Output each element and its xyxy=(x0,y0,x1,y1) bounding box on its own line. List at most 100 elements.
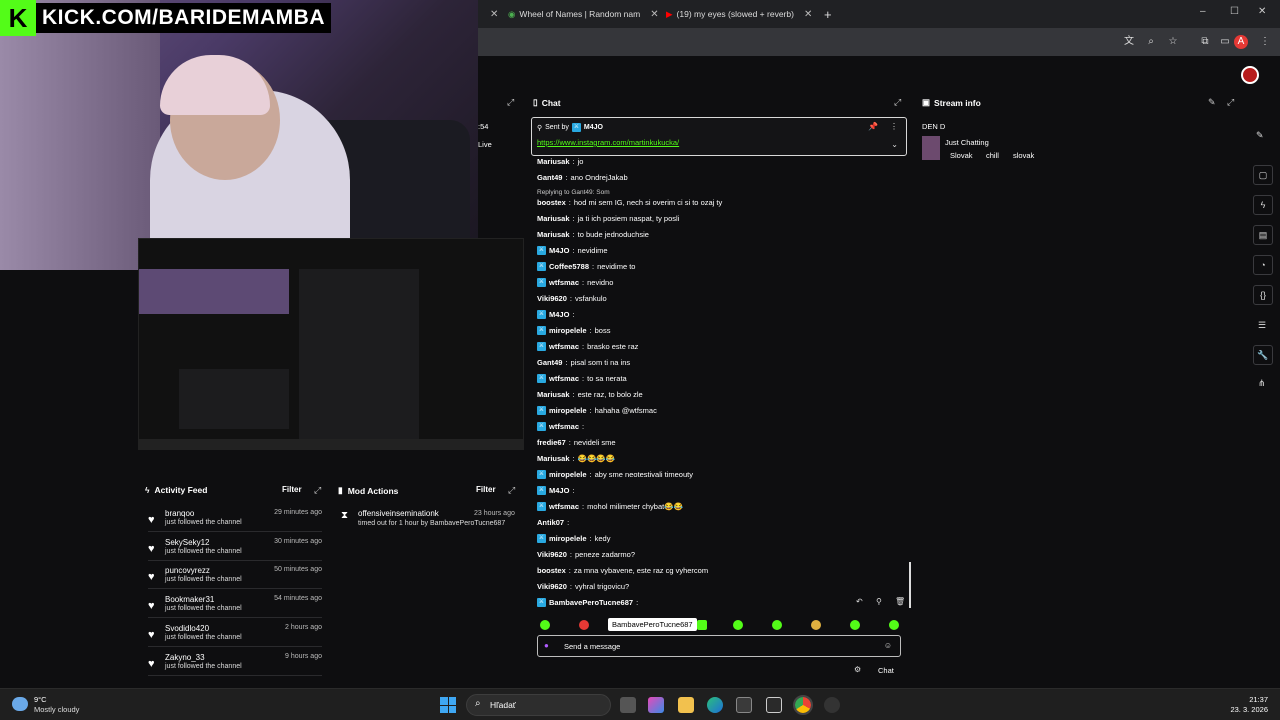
reply-icon[interactable]: ↶ xyxy=(856,597,863,606)
chat-username[interactable]: miropelele xyxy=(549,406,587,415)
emote-icon[interactable] xyxy=(889,620,899,630)
task-view-icon[interactable] xyxy=(620,697,636,713)
chat-username[interactable]: Mariusak xyxy=(537,157,570,166)
zoom-icon[interactable]: ⌕ xyxy=(1144,35,1158,49)
activity-popout-icon[interactable]: ⤢ xyxy=(314,485,321,496)
chat-username[interactable]: Viki9620 xyxy=(537,582,567,591)
emote-icon[interactable] xyxy=(540,620,550,630)
chat-username[interactable]: Mariusak xyxy=(537,454,570,463)
follower-name[interactable]: branqoo xyxy=(165,509,194,518)
chat-username[interactable]: M4JO xyxy=(549,246,569,255)
tab-youtube[interactable]: ▶ (19) my eyes (slowed + reverb) ✕ xyxy=(666,5,816,23)
pinned-link[interactable]: https://www.instagram.com/martinkukucka/ xyxy=(537,138,679,147)
file-explorer-icon[interactable] xyxy=(678,697,694,713)
minimize-button[interactable]: – xyxy=(1200,6,1206,17)
chat-username[interactable]: miropelele xyxy=(549,470,587,479)
emote-icon[interactable] xyxy=(733,620,743,630)
edge-icon[interactable] xyxy=(707,697,723,713)
unpin-icon[interactable]: 📌 xyxy=(868,122,878,131)
chat-username[interactable]: boostex xyxy=(537,566,566,575)
tag[interactable]: chill xyxy=(986,151,999,160)
chat-username[interactable]: BambavePeroTucne687 xyxy=(549,598,633,607)
chat-username[interactable]: miropelele xyxy=(549,534,587,543)
follower-name[interactable]: SekySeky12 xyxy=(165,538,209,547)
close-icon[interactable]: ✕ xyxy=(490,9,498,20)
chat-username[interactable]: boostex xyxy=(537,198,566,207)
close-icon[interactable]: ✕ xyxy=(804,9,812,20)
popout-icon[interactable]: ⤢ xyxy=(507,97,514,108)
wrench-icon[interactable]: 🔧 xyxy=(1253,345,1273,365)
tag[interactable]: Slovak xyxy=(950,151,973,160)
pinned-menu-icon[interactable]: ⋮ xyxy=(890,122,898,131)
settings-app-icon[interactable] xyxy=(824,697,840,713)
mod-action-user[interactable]: offensiveinseminationk xyxy=(358,509,439,518)
chat-username[interactable]: M4JO xyxy=(549,310,569,319)
store-icon[interactable] xyxy=(736,697,752,713)
stream-info-popout-icon[interactable]: ⤢ xyxy=(1227,97,1234,108)
chat-username[interactable]: miropelele xyxy=(549,326,587,335)
tab-close-partial[interactable]: ✕ xyxy=(484,5,498,23)
weather-icon[interactable] xyxy=(12,697,28,711)
user-avatar[interactable] xyxy=(1241,66,1259,84)
sidepanel-icon[interactable]: ▭ xyxy=(1218,35,1232,49)
chat-username[interactable]: Gant49 xyxy=(537,173,562,182)
maximize-button[interactable]: ☐ xyxy=(1230,6,1239,17)
chat-username[interactable]: wtfsmac xyxy=(549,374,579,383)
tab-wheel-of-names[interactable]: ◉ Wheel of Names | Random nam ✕ xyxy=(508,5,659,23)
screen-icon[interactable]: ▢ xyxy=(1253,165,1273,185)
new-tab-button[interactable]: + xyxy=(824,5,832,23)
close-icon[interactable]: ✕ xyxy=(650,9,658,20)
edit-pencil-icon[interactable]: ✎ xyxy=(1208,97,1216,108)
extensions-icon[interactable]: ⧉ xyxy=(1198,35,1212,49)
chat-username[interactable]: Viki9620 xyxy=(537,294,567,303)
chat-username[interactable]: Viki9620 xyxy=(537,550,567,559)
delete-icon[interactable]: 🗑 xyxy=(895,597,905,606)
chat-username[interactable]: wtfsmac xyxy=(549,278,579,287)
chat-username[interactable]: Coffee5788 xyxy=(549,262,589,271)
app-icon[interactable] xyxy=(766,697,782,713)
activity-filter-button[interactable]: Filter xyxy=(282,485,302,494)
chat-username[interactable]: Gant49 xyxy=(537,358,562,367)
chat-input[interactable]: ● Send a message ☺ xyxy=(537,635,901,657)
chat-username[interactable]: Mariusak xyxy=(537,390,570,399)
chat-username[interactable]: Mariusak xyxy=(537,214,570,223)
emote-icon[interactable] xyxy=(579,620,589,630)
microphone-icon[interactable]: ● xyxy=(544,641,549,650)
chat-send-button[interactable]: Chat xyxy=(878,666,894,675)
more-menu-icon[interactable]: ⋮ xyxy=(1258,35,1272,49)
emote-icon[interactable] xyxy=(697,620,707,630)
translate-icon[interactable]: 文 xyxy=(1122,35,1136,49)
chrome-icon[interactable] xyxy=(793,695,813,715)
bookmark-star-icon[interactable]: ☆ xyxy=(1166,35,1180,49)
chat-username[interactable]: wtfsmac xyxy=(549,342,579,351)
document-icon[interactable]: ▤ xyxy=(1253,225,1273,245)
chat-scrollbar[interactable] xyxy=(909,562,911,608)
follower-name[interactable]: Zakyno_33 xyxy=(165,653,205,662)
emoji-icon[interactable]: ☺ xyxy=(884,641,892,650)
layers-icon[interactable]: ☰ xyxy=(1258,320,1266,331)
chat-username[interactable]: fredie67 xyxy=(537,438,566,447)
share-icon[interactable]: ⋔ xyxy=(1258,378,1266,389)
emote-icon[interactable] xyxy=(772,620,782,630)
chat-username[interactable]: Mariusak xyxy=(537,230,570,239)
pen-tool-icon[interactable]: ✎ xyxy=(1256,130,1264,141)
taskbar-search[interactable]: ⌕ Hľadať xyxy=(466,694,611,716)
chat-username[interactable]: wtfsmac xyxy=(549,422,579,431)
mod-popout-icon[interactable]: ⤢ xyxy=(508,485,515,496)
chat-popout-icon[interactable]: ⤢ xyxy=(894,97,901,108)
copilot-icon[interactable] xyxy=(648,697,664,713)
follower-name[interactable]: Svodidlo420 xyxy=(165,624,209,633)
profile-avatar[interactable]: A xyxy=(1234,35,1248,49)
emote-icon[interactable] xyxy=(811,620,821,630)
chat-username[interactable]: Antik07 xyxy=(537,518,564,527)
close-window-button[interactable]: ✕ xyxy=(1258,6,1266,17)
settings-gear-icon[interactable]: ⚙ xyxy=(854,665,861,674)
lightning-icon[interactable]: ϟ xyxy=(1253,195,1273,215)
code-icon[interactable]: {} xyxy=(1253,285,1273,305)
windows-start-icon[interactable] xyxy=(440,697,456,713)
mod-filter-button[interactable]: Filter xyxy=(476,485,496,494)
chat-username[interactable]: M4JO xyxy=(549,486,569,495)
follower-name[interactable]: Bookmaker31 xyxy=(165,595,214,604)
pin-message-icon[interactable]: ⚲ xyxy=(876,597,882,606)
stream-category[interactable]: Just Chatting xyxy=(945,138,989,147)
